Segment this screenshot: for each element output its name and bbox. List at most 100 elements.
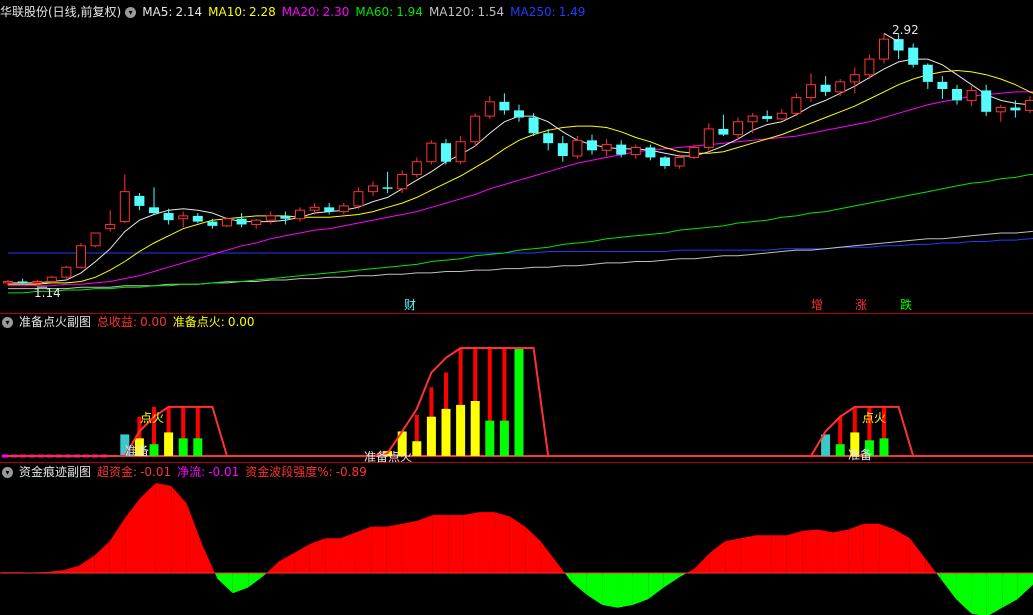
candle-body (295, 209, 305, 220)
fund-area-segment (217, 573, 233, 594)
event-marker-text: 跌 (899, 298, 912, 312)
sub2-indicator-1: 净流: -0.01 (177, 465, 239, 479)
candle-body (703, 128, 714, 148)
candle-body (966, 89, 977, 101)
candle-body (426, 142, 437, 163)
indicator-value: 1.94 (396, 5, 423, 19)
candle-body (470, 115, 481, 143)
fire-bar (149, 444, 159, 456)
chevron-down-icon[interactable]: ▾ (2, 467, 13, 478)
indicator-value: -0.89 (335, 465, 367, 479)
fund-area-segment (894, 529, 910, 573)
low-price-label: 1.14 (34, 286, 61, 300)
ma-indicator-1: MA10: 2.28 (208, 5, 276, 19)
candle-body (835, 81, 846, 93)
ma60-line (8, 173, 1033, 294)
fire-bar (499, 420, 509, 456)
fund-area-segment (325, 538, 341, 573)
main-panel-header: 华联股份(日线,前复权) ▾ MA5: 2.14 MA10: 2.28 MA20: 2.30 M… (0, 3, 597, 21)
fund-area-segment (417, 515, 433, 573)
fund-area-segment (686, 568, 695, 573)
fund-area-segment (940, 573, 957, 600)
stock-chart-canvas[interactable] (0, 0, 1033, 615)
fund-area-segment (78, 555, 95, 573)
candle-body (105, 223, 116, 230)
candle-body (572, 139, 583, 157)
ma-indicator-3: MA60: 1.94 (355, 5, 423, 19)
candle-body (1010, 107, 1021, 111)
candle-body (382, 187, 393, 189)
candle-body (776, 112, 787, 120)
candle-body (236, 218, 247, 225)
indicator-label: MA60: (355, 5, 394, 19)
fund-area-segment (525, 526, 541, 573)
candle-body (733, 121, 743, 136)
fund-area-segment (848, 523, 864, 573)
fund-area-segment (140, 483, 156, 573)
fund-area-segment (632, 573, 649, 605)
event-marker-limit-up[interactable]: 涨 (853, 297, 869, 313)
candle-body (265, 215, 276, 221)
candle-body (514, 110, 524, 118)
fund-area-segment (725, 538, 741, 573)
candle-body (645, 147, 656, 158)
fund-area-segment (402, 520, 418, 573)
event-marker-finance[interactable]: 财 (402, 297, 418, 313)
sub2-indicator-2: 资金波段强度%: -0.89 (245, 465, 367, 479)
fire-bar (412, 441, 422, 456)
event-marker-increase[interactable]: 增 (809, 297, 825, 313)
fund-area-segment (1002, 573, 1018, 608)
candle-body (893, 39, 904, 51)
candle-body (324, 207, 335, 212)
candle-body (397, 174, 408, 190)
chevron-down-icon[interactable]: ▾ (2, 317, 13, 328)
fund-area-segment (202, 544, 215, 573)
event-marker-text: 涨 (854, 298, 867, 312)
chevron-down-icon[interactable]: ▾ (125, 7, 137, 18)
fund-area-segment (94, 541, 110, 573)
candle-body (280, 215, 291, 219)
sub2-indicator-0: 超资金: -0.01 (97, 465, 171, 479)
candle-body (747, 115, 758, 123)
candle-body (17, 281, 28, 283)
fund-area-segment (248, 573, 264, 588)
candle-body (689, 146, 700, 158)
event-marker-text: 财 (403, 298, 416, 312)
candle-body (601, 144, 612, 151)
fire-bar (178, 438, 188, 456)
fund-area-segment (740, 535, 757, 573)
indicator-value: 0.00 (227, 315, 255, 329)
fire-bar (470, 401, 480, 456)
fund-area-segment (756, 535, 772, 573)
fund-area-segment (214, 573, 218, 579)
candle-body (207, 221, 218, 226)
candle-body (791, 97, 802, 114)
event-marker-drop[interactable]: 跌 (898, 297, 914, 313)
fund-area-segment (709, 541, 726, 573)
fund-area-segment (309, 538, 326, 573)
fund-area-segment (266, 561, 279, 573)
ma20-line (8, 91, 1033, 287)
prepare-fire-label: 准备点火 (364, 450, 413, 464)
ma10-line (8, 69, 1033, 285)
sub-panel-2-title: 资金痕迹副图 (19, 465, 92, 479)
candle-body (178, 215, 189, 220)
indicator-label: MA10: (208, 5, 247, 19)
fire-bar (514, 347, 524, 456)
fund-area-segment (663, 573, 680, 588)
fund-area-segment (648, 573, 664, 600)
fund-area-segment (879, 523, 895, 573)
fire-bar (441, 408, 451, 456)
candle-body (557, 143, 568, 157)
candle-body (441, 143, 451, 162)
candle-body (338, 205, 349, 213)
fire-bar (879, 438, 889, 456)
candle-body (543, 133, 554, 144)
candle-body (3, 280, 13, 284)
ma-indicator-5: MA250: 1.49 (510, 5, 585, 19)
candle-body (251, 219, 262, 225)
fund-area-segment (909, 538, 926, 573)
sub1-indicator-0: 总收益: 0.00 (97, 315, 167, 329)
fund-area-segment (355, 526, 372, 573)
fund-area-segment (602, 573, 618, 608)
